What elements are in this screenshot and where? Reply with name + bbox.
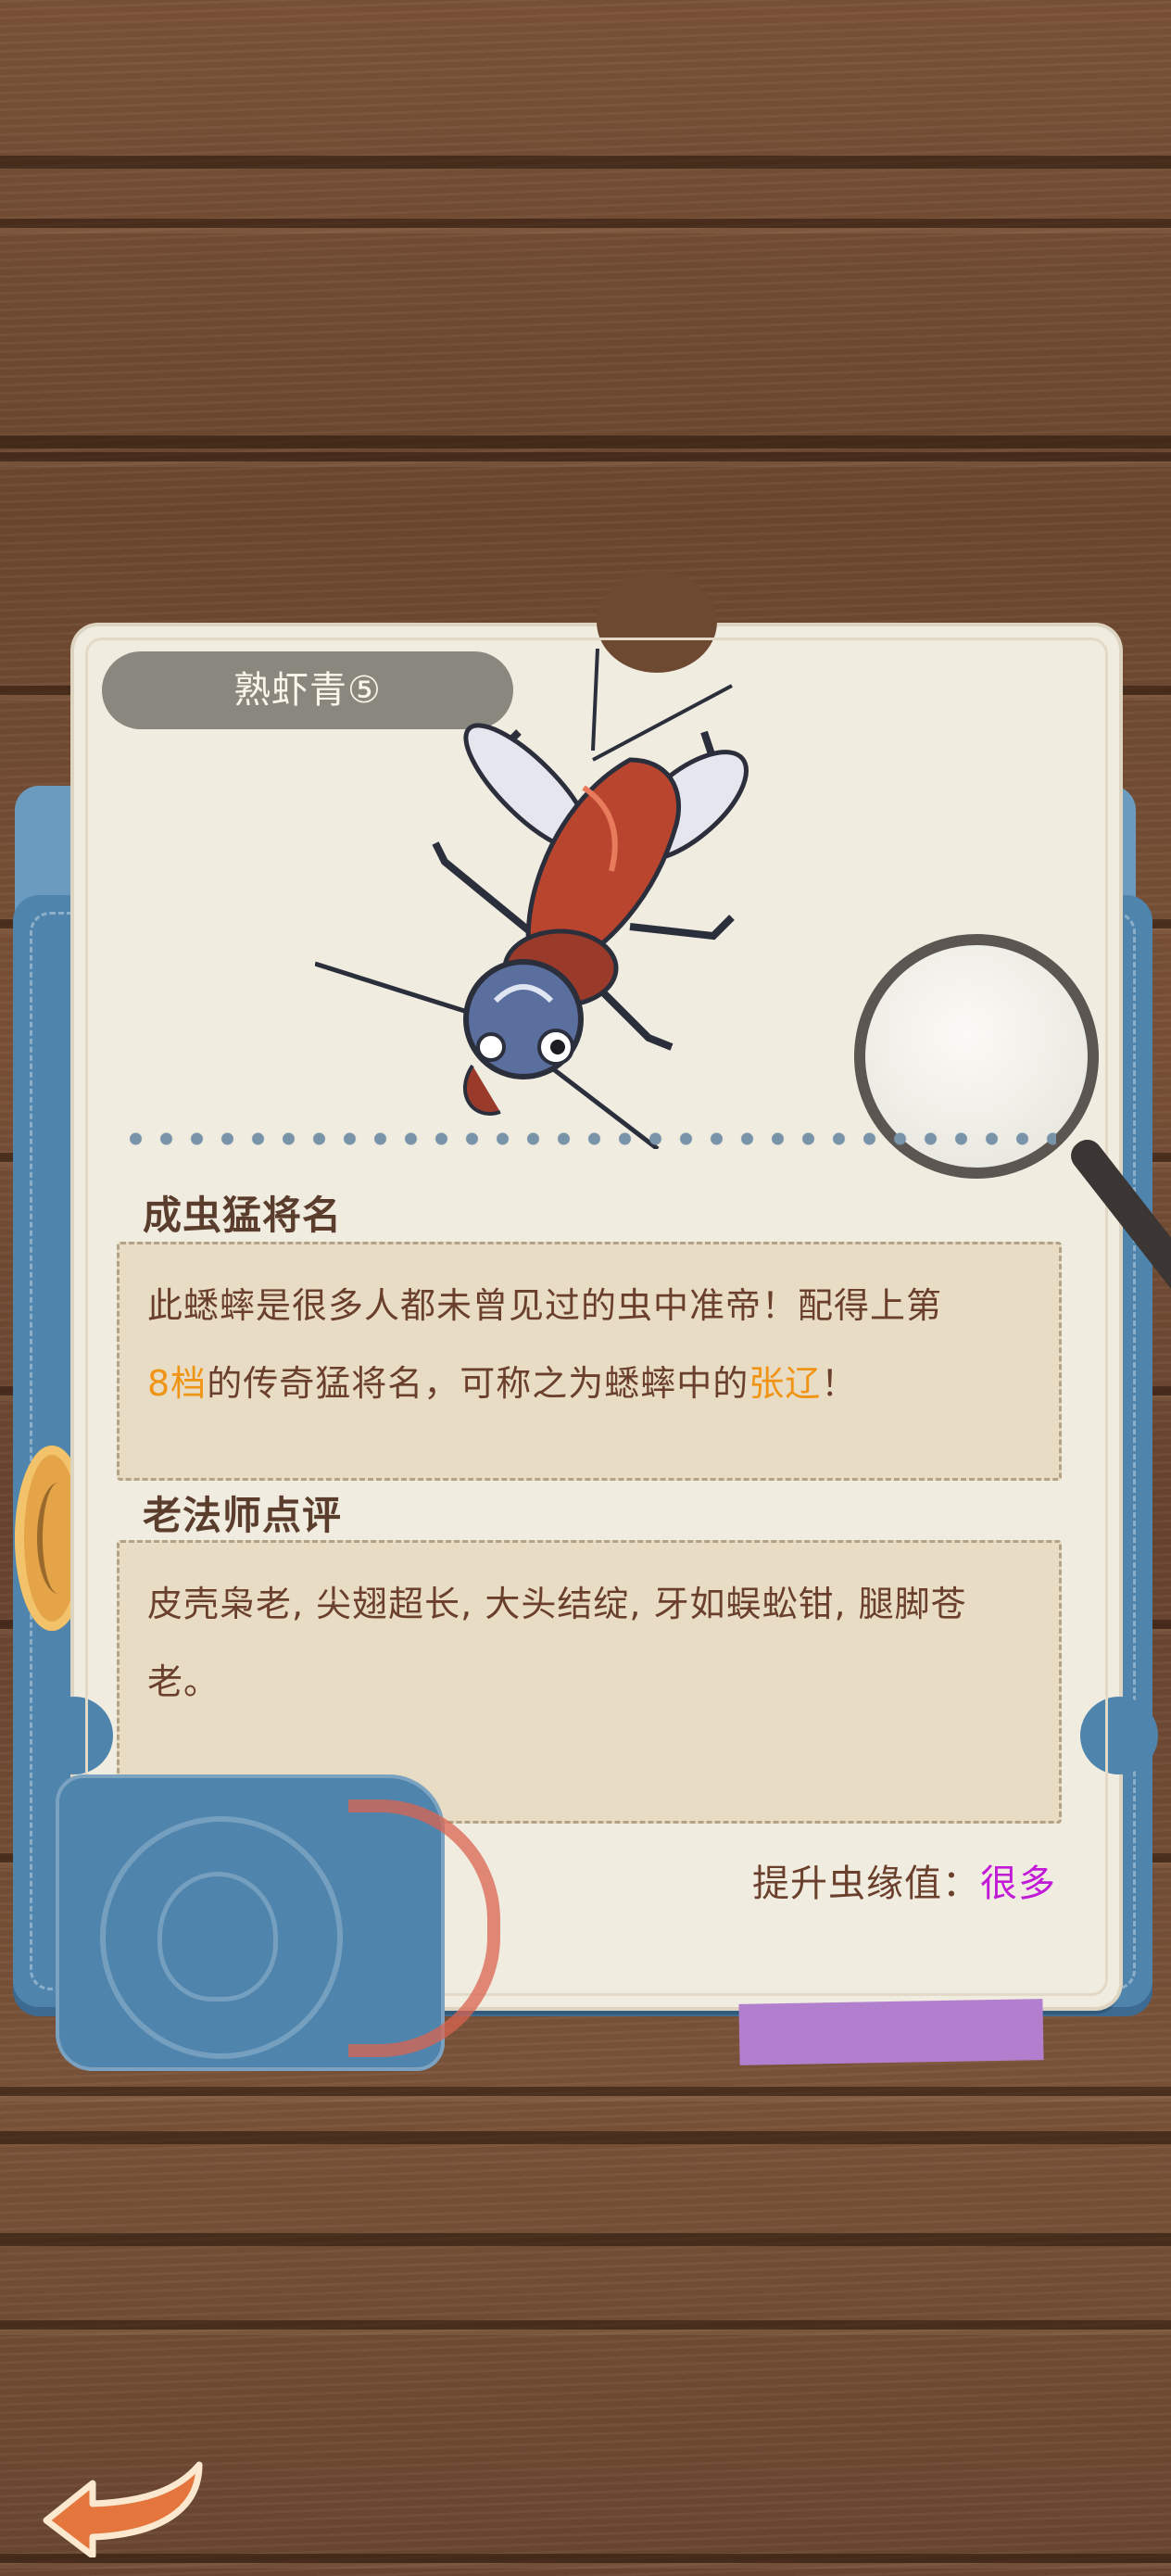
master-review-line2: 老。 bbox=[147, 1661, 220, 1702]
card-left-notch bbox=[35, 1697, 113, 1774]
adult-general-line2: 8档的传奇猛将名，可称之为蟋蟀中的张辽！ bbox=[147, 1345, 1031, 1422]
card-right-notch bbox=[1080, 1697, 1158, 1774]
back-button[interactable] bbox=[28, 2456, 213, 2559]
card-perforation bbox=[120, 1132, 1056, 1145]
wood-plank-seam bbox=[0, 2233, 1171, 2246]
adult-general-title: 成虫猛将名 bbox=[143, 1193, 343, 1238]
reward-line: 提升虫缘值：很多 bbox=[741, 1853, 1056, 1907]
purple-tape bbox=[738, 1999, 1044, 2065]
back-arrow-icon bbox=[43, 2461, 203, 2559]
adult-general-line2-mid: 的传奇猛将名，可称之为蟋蟀中的 bbox=[207, 1363, 749, 1404]
master-portrait-emboss bbox=[157, 1872, 278, 2001]
reward-label: 提升虫缘值： bbox=[752, 1863, 980, 1905]
adult-general-box: 此蟋蟀是很多人都未曾见过的虫中准帝！配得上第 8档的传奇猛将名，可称之为蟋蟀中的… bbox=[117, 1242, 1062, 1481]
master-review-line1: 皮壳枭老, 尖翅超长, 大头结绽, 牙如蜈蚣钳, 腿脚苍 bbox=[147, 1584, 967, 1624]
master-review-title: 老法师点评 bbox=[143, 1493, 343, 1538]
general-name-highlight: 张辽 bbox=[749, 1363, 822, 1404]
wood-plank-seam bbox=[0, 156, 1171, 169]
wood-plank-seam bbox=[0, 436, 1171, 448]
rank-highlight: 8档 bbox=[147, 1363, 208, 1404]
wood-plank-seam bbox=[0, 2131, 1171, 2144]
adult-general-line1: 此蟋蟀是很多人都未曾见过的虫中准帝！配得上第 bbox=[147, 1285, 943, 1326]
adult-general-line2-end: ！ bbox=[821, 1363, 858, 1404]
reward-value: 很多 bbox=[980, 1863, 1056, 1905]
cricket-image bbox=[315, 649, 749, 1149]
